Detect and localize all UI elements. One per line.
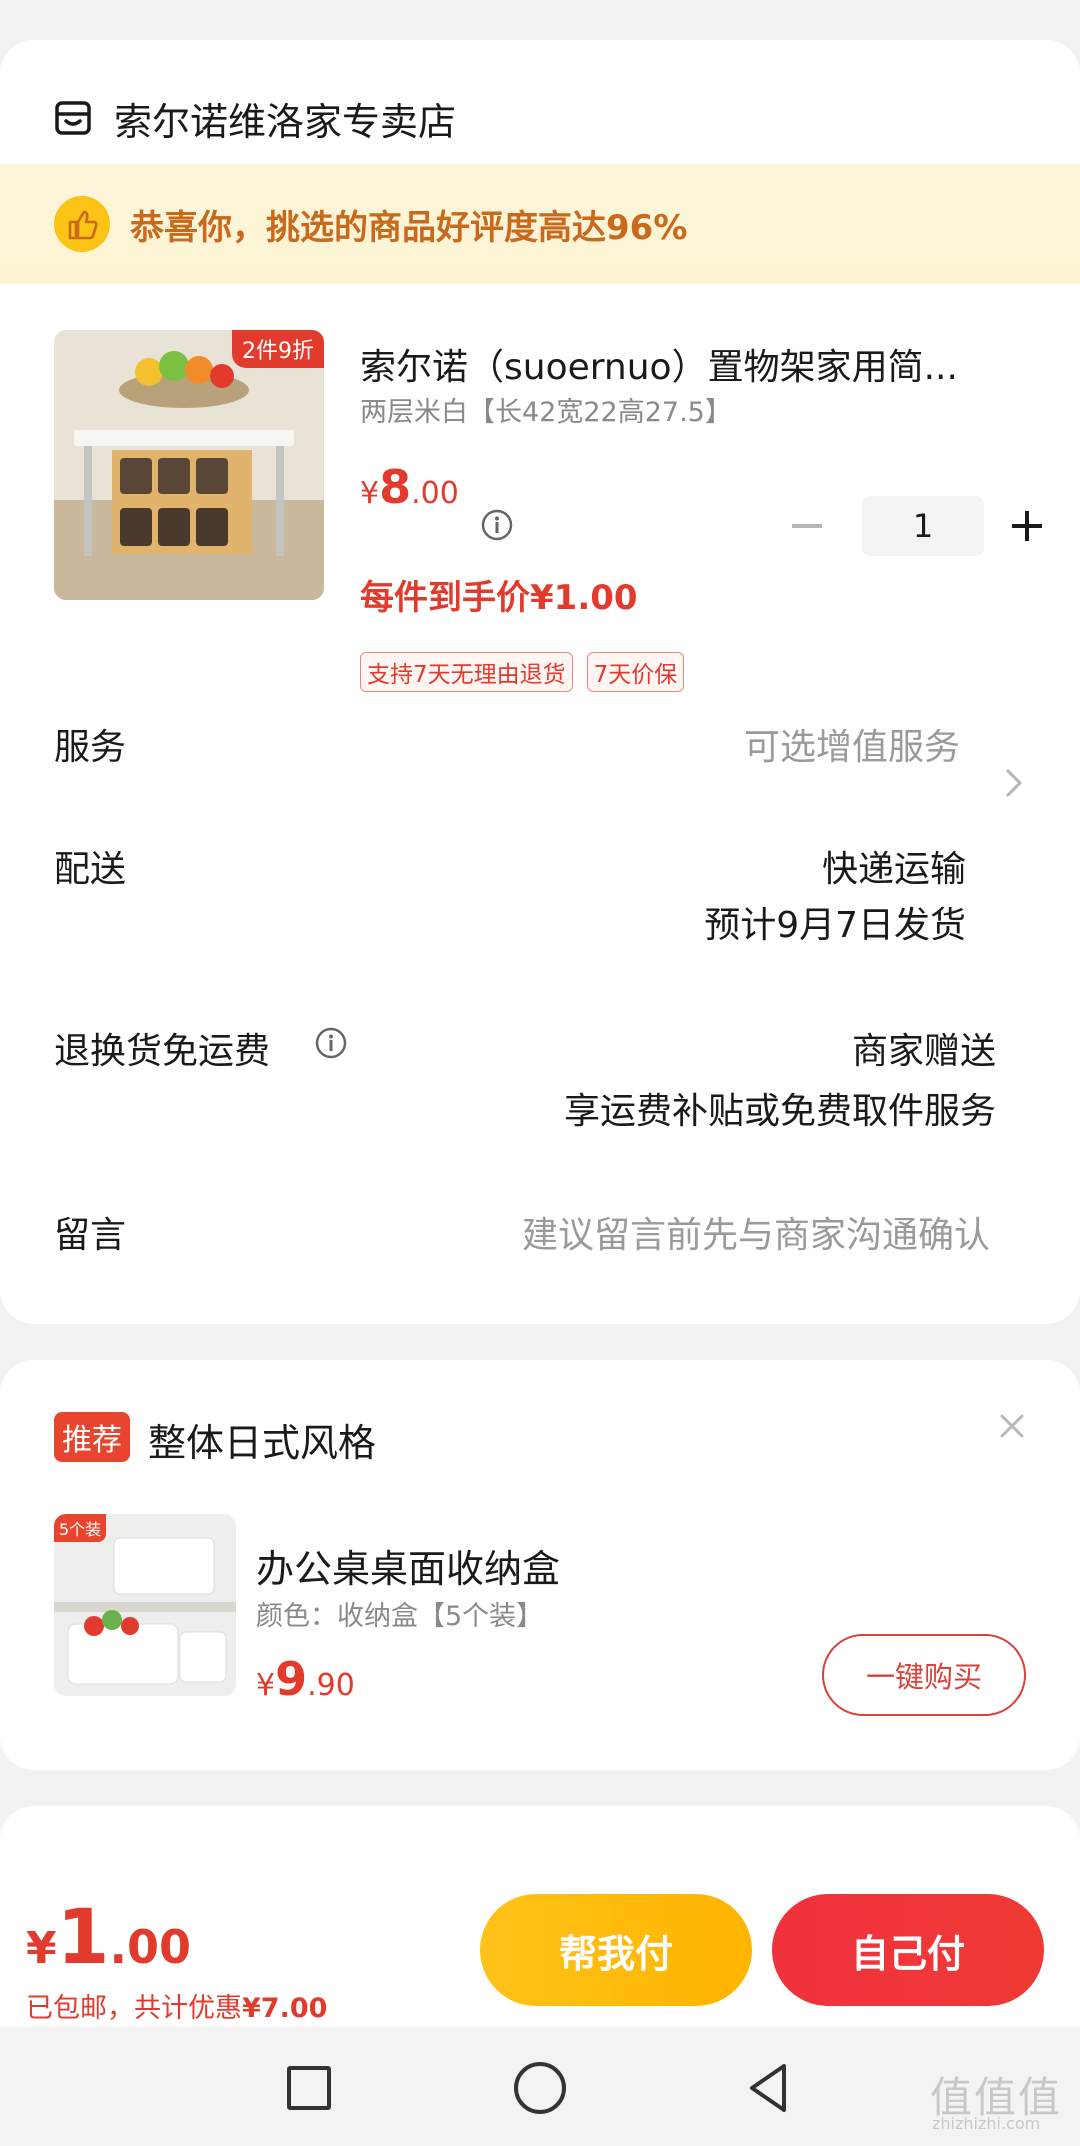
system-nav-bar: 值值值 zhizhizhi.com <box>0 2026 1080 2146</box>
price-info-icon[interactable] <box>480 508 514 542</box>
recommend-card: 推荐 整体日式风格 5个装 办公桌桌面收纳盒 颜色：收纳盒【5个装】 ¥ 9 .… <box>0 1360 1080 1770</box>
service-tags: 支持7天无理由退货 7天价保 <box>360 652 685 692</box>
home-icon[interactable] <box>514 2062 566 2114</box>
price-currency: ¥ <box>360 476 380 511</box>
product-title[interactable]: 索尔诺（suoernuo）置物架家用简... <box>360 338 1010 390</box>
pack-badge: 5个装 <box>54 1514 107 1542</box>
discount-amount: ¥7.00 <box>242 1993 328 2024</box>
return-gift: 商家赠送 <box>851 1031 996 1072</box>
rec-price-currency: ¥ <box>256 1668 276 1703</box>
praise-text: 恭喜你，挑选的商品好评度高达96% <box>130 207 688 248</box>
rec-price-integer: 9 <box>275 1652 308 1706</box>
price-decimal: .00 <box>411 476 459 511</box>
discount-note: 已包邮，共计优惠¥7.00 <box>26 1986 327 2025</box>
delivery-date: 预计9月7日发货 <box>704 905 966 946</box>
help-me-pay-button[interactable]: 帮我付 <box>480 1894 752 2006</box>
total-integer: 1 <box>56 1892 110 1981</box>
tag-return: 支持7天无理由退货 <box>360 652 573 692</box>
back-icon[interactable] <box>744 2060 792 2116</box>
final-unit-price: 每件到手价¥1.00 <box>360 578 638 618</box>
recommend-price: ¥ 9 .90 <box>256 1652 355 1706</box>
increase-quantity-button[interactable] <box>1000 499 1054 553</box>
delivery-label: 配送 <box>54 849 127 890</box>
price-integer: 8 <box>379 460 412 514</box>
discount-note-text: 已包邮，共计优惠 <box>26 1993 242 2024</box>
quantity-stepper: 1 <box>780 496 1054 556</box>
store-name[interactable]: 索尔诺维洛家专卖店 <box>114 91 456 146</box>
checkout-bar: ¥ 1 .00 已包邮，共计优惠¥7.00 帮我付 自己付 <box>0 1876 1080 2026</box>
pay-myself-button[interactable]: 自己付 <box>772 1894 1044 2006</box>
close-icon[interactable] <box>996 1410 1028 1442</box>
minus-icon <box>792 524 822 528</box>
recommend-image[interactable]: 5个装 <box>54 1514 236 1696</box>
discount-badge: 2件9折 <box>232 330 324 368</box>
store-header[interactable]: 索尔诺维洛家专卖店 <box>54 86 456 150</box>
rec-price-decimal: .90 <box>307 1668 355 1703</box>
store-card: 索尔诺维洛家专卖店 恭喜你，挑选的商品好评度高达96% 2件9折 索尔诺（suo… <box>0 40 1080 1324</box>
chevron-right-icon[interactable] <box>1002 765 1026 801</box>
return-info-icon[interactable] <box>314 1026 348 1060</box>
message-label: 留言 <box>54 1215 127 1256</box>
product-image[interactable]: 2件9折 <box>54 330 324 600</box>
total-decimal: .00 <box>109 1920 192 1974</box>
message-input[interactable]: 建议留言前先与商家沟通确认 <box>522 1206 990 1258</box>
recommend-tag: 推荐 <box>54 1412 130 1462</box>
delivery-method: 快递运输 <box>821 849 966 890</box>
recent-apps-icon[interactable] <box>287 2066 331 2110</box>
total-price: ¥ 1 .00 <box>26 1892 191 1981</box>
service-label: 服务 <box>54 727 127 768</box>
total-currency: ¥ <box>26 1923 57 1974</box>
decrease-quantity-button[interactable] <box>780 499 834 553</box>
service-value[interactable]: 可选增值服务 <box>744 718 960 770</box>
watermark-url: zhizhizhi.com <box>932 2114 1041 2133</box>
product-spec[interactable]: 两层米白【长42宽22高27.5】 <box>360 390 732 429</box>
recommend-title: 整体日式风格 <box>148 1421 377 1465</box>
return-label: 退换货免运费 <box>54 1031 271 1072</box>
one-click-buy-button[interactable]: 一键购买 <box>822 1634 1026 1716</box>
return-subsidy: 享运费补贴或免费取件服务 <box>563 1091 996 1132</box>
praise-bar: 恭喜你，挑选的商品好评度高达96% <box>0 164 1080 284</box>
thumbs-up-icon <box>54 196 110 252</box>
order-page: 索尔诺维洛家专卖店 恭喜你，挑选的商品好评度高达96% 2件9折 索尔诺（suo… <box>0 0 1080 2146</box>
recommend-name[interactable]: 办公桌桌面收纳盒 <box>256 1538 560 1593</box>
tag-price-protection: 7天价保 <box>586 652 685 692</box>
shelf-product-photo <box>54 330 324 600</box>
product-price: ¥ 8 .00 <box>360 460 459 514</box>
recommend-spec: 颜色：收纳盒【5个装】 <box>256 1601 544 1632</box>
quantity-input[interactable]: 1 <box>862 496 984 556</box>
store-icon <box>55 101 91 135</box>
